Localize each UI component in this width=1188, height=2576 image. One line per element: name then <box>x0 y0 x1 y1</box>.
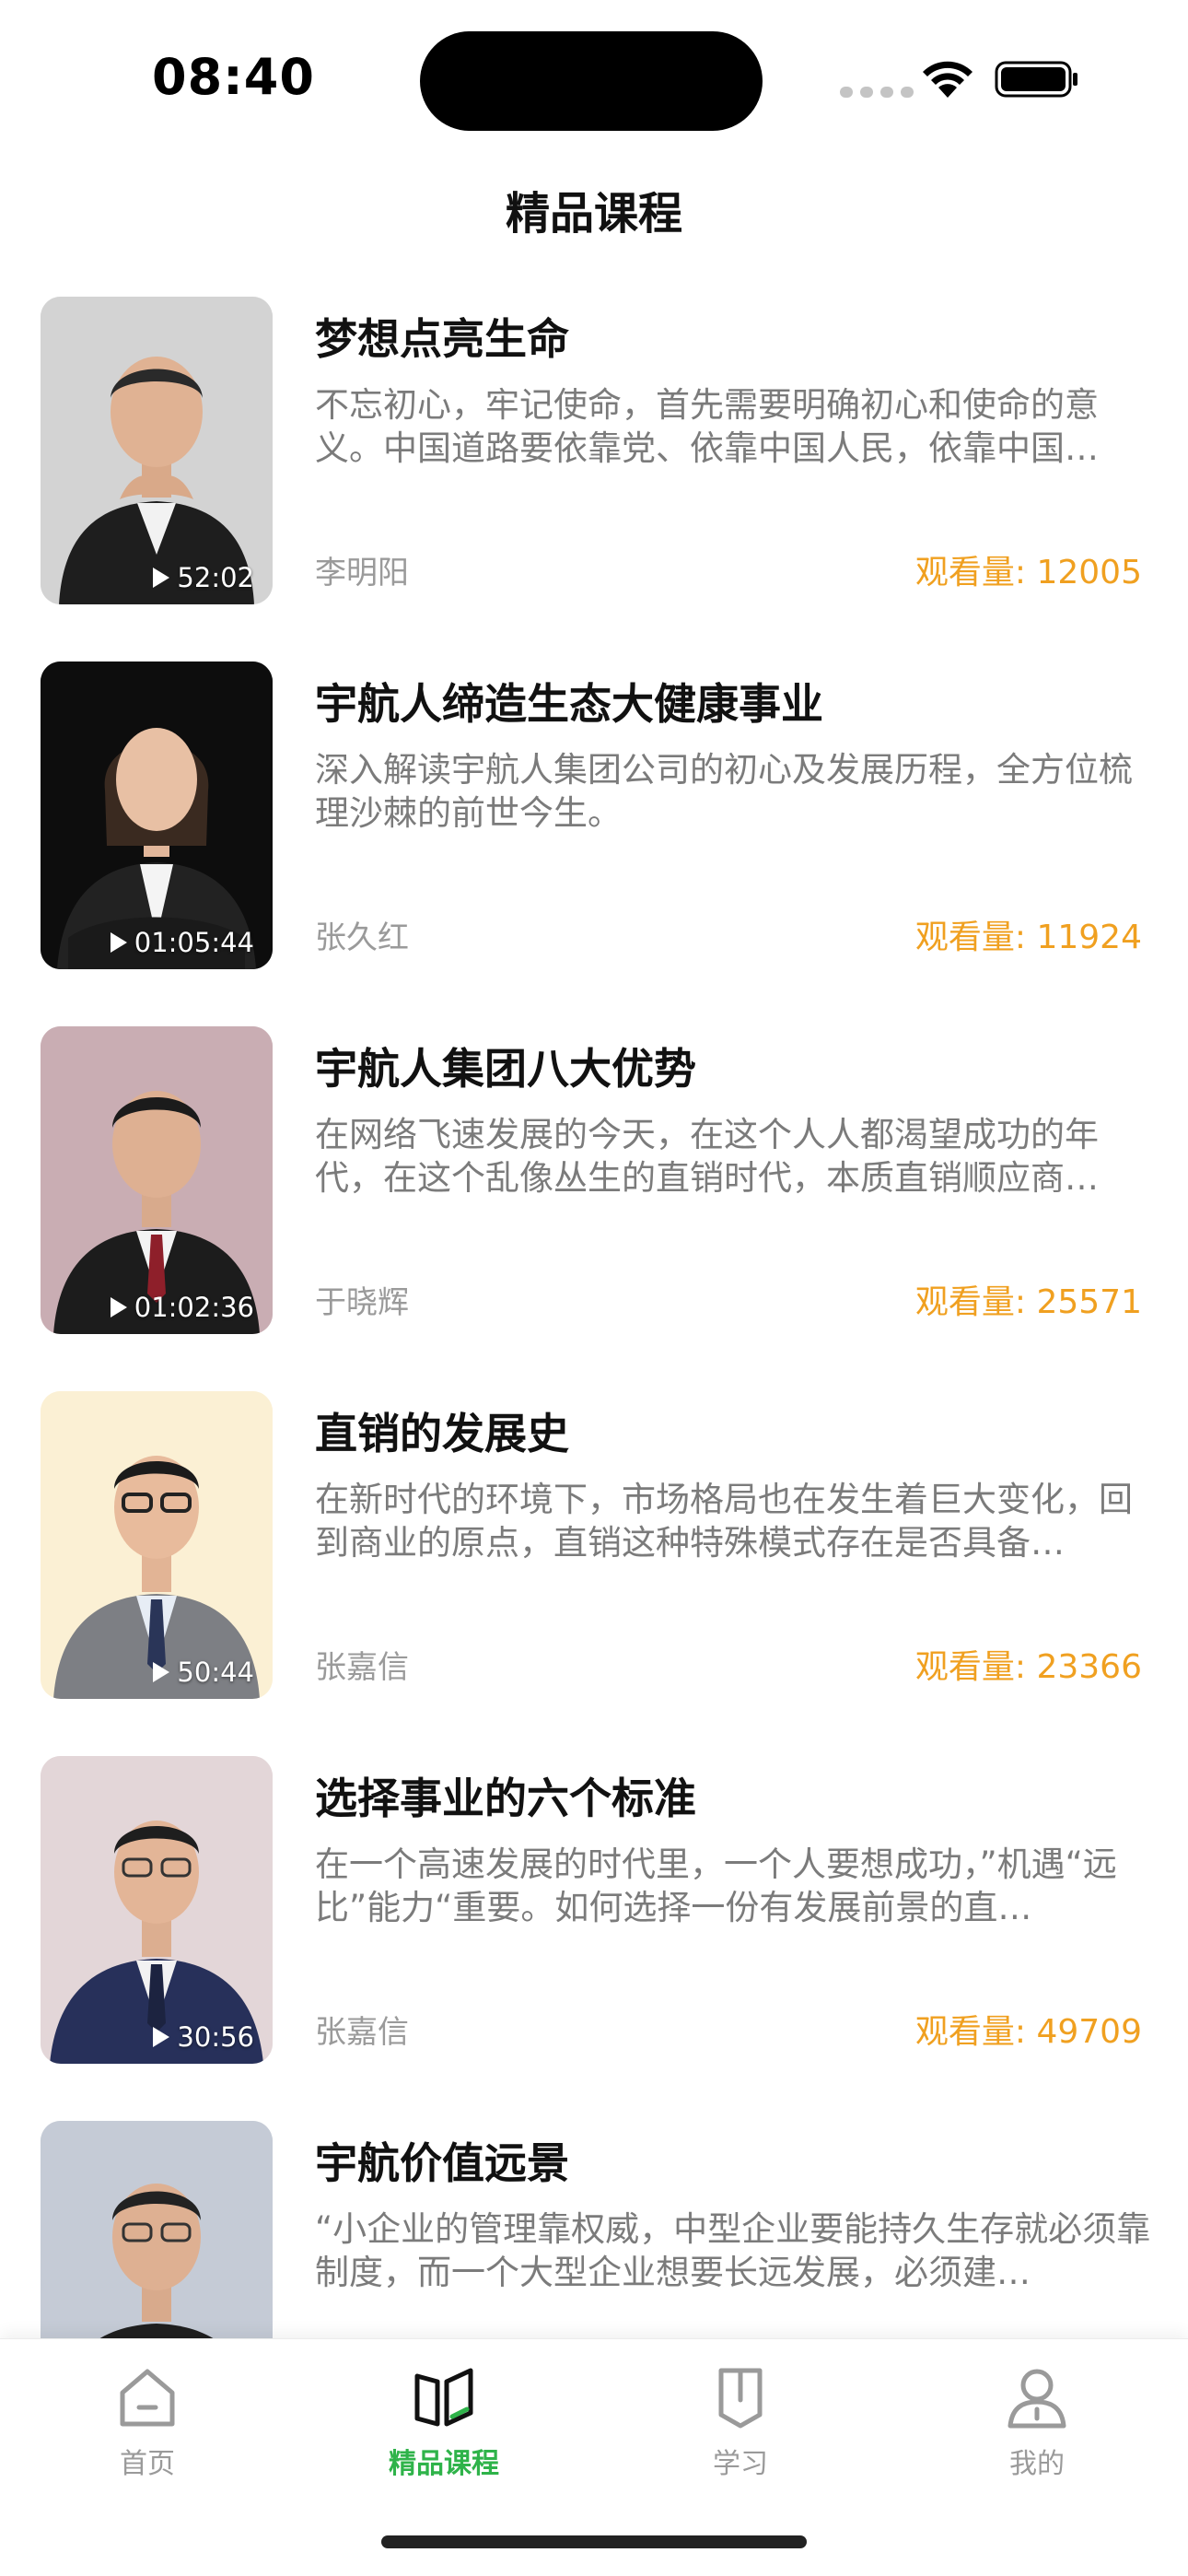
course-description: 在新时代的环境下，市场格局也在发生着巨大变化，回到商业的原点，直销这种特殊模式存… <box>315 1480 1133 1563</box>
home-indicator[interactable] <box>381 2535 807 2548</box>
course-view-count: 观看量: 49709 <box>914 2013 1142 2051</box>
course-author: 张嘉信 <box>315 1649 409 1686</box>
presenter-photo <box>41 1391 273 1699</box>
presenter-photo <box>41 297 273 604</box>
status-time: 08:40 <box>152 48 315 106</box>
course-item[interactable]: 01:05:44 宇航人缔造生态大健康事业 深入解读宇航人集团公司的初心及发展历… <box>0 658 1188 971</box>
course-title[interactable]: 宇航人集团八大优势 <box>315 1036 1153 1096</box>
play-icon <box>153 1662 170 1682</box>
duration-text: 30:56 <box>177 2021 254 2053</box>
home-icon <box>120 2369 175 2427</box>
status-bar: 08:40 <box>0 0 1188 157</box>
tab-label: 我的 <box>1009 2448 1065 2480</box>
course-item[interactable]: 宇航价值远景 “小企业的管理靠权威，中型企业要能持久生存就必须靠制度，而一个大型… <box>0 2117 1188 2338</box>
cellular-signal-icon <box>840 87 914 98</box>
book-icon <box>414 2368 473 2427</box>
course-title[interactable]: 宇航人缔造生态大健康事业 <box>315 671 1153 732</box>
tab-courses[interactable]: 精品课程 <box>352 2363 536 2492</box>
page-title: 精品课程 <box>505 188 682 240</box>
bookmark-icon <box>718 2368 763 2429</box>
duration-text: 52:02 <box>177 562 254 593</box>
course-list[interactable]: 52:02 梦想点亮生命 不忘初心，牢记使命，首先需要明确初心和使命的意义。中国… <box>0 293 1188 2338</box>
course-author: 于晓辉 <box>315 1284 409 1321</box>
video-duration: 30:56 <box>153 2021 254 2053</box>
video-duration: 52:02 <box>153 562 254 593</box>
course-author: 李明阳 <box>315 555 409 591</box>
user-icon <box>1007 2369 1066 2429</box>
course-description: 不忘初心，牢记使命，首先需要明确初心和使命的意义。中国道路要依靠党、依靠中国人民… <box>315 385 1099 468</box>
course-thumbnail[interactable]: 52:02 <box>41 297 273 604</box>
course-title[interactable]: 直销的发展史 <box>315 1400 1153 1461</box>
play-icon <box>110 932 127 953</box>
course-view-count: 观看量: 25571 <box>914 1283 1142 1321</box>
presenter-photo <box>41 1026 273 1334</box>
duration-text: 50:44 <box>177 1657 254 1688</box>
course-view-count: 观看量: 23366 <box>914 1648 1142 1686</box>
course-view-count: 观看量: 12005 <box>914 554 1142 591</box>
course-title[interactable]: 梦想点亮生命 <box>315 306 1153 367</box>
video-duration: 01:02:36 <box>110 1292 254 1323</box>
dynamic-island <box>420 31 763 131</box>
tab-label: 学习 <box>713 2448 768 2480</box>
duration-text: 01:05:44 <box>134 927 254 958</box>
course-thumbnail[interactable]: 01:05:44 <box>41 662 273 969</box>
tab-study[interactable]: 学习 <box>648 2363 833 2492</box>
course-item[interactable]: 01:02:36 宇航人集团八大优势 在网络飞速发展的今天，在这个人人都渴望成功… <box>0 1023 1188 1336</box>
battery-icon <box>995 61 1077 98</box>
course-description: 深入解读宇航人集团公司的初心及发展历程，全方位梳理沙棘的前世今生。 <box>315 750 1133 833</box>
tab-label: 首页 <box>120 2448 175 2480</box>
tab-profile[interactable]: 我的 <box>945 2363 1129 2492</box>
wifi-icon <box>923 61 973 98</box>
presenter-photo <box>41 662 273 969</box>
play-icon <box>110 1297 127 1317</box>
course-thumbnail[interactable]: 01:02:36 <box>41 1026 273 1334</box>
course-thumbnail[interactable] <box>41 2121 273 2338</box>
course-thumbnail[interactable]: 50:44 <box>41 1391 273 1699</box>
course-item[interactable]: 50:44 直销的发展史 在新时代的环境下，市场格局也在发生着巨大变化，回到商业… <box>0 1388 1188 1701</box>
video-duration: 01:05:44 <box>110 927 254 958</box>
course-description: 在一个高速发展的时代里，一个人要想成功，”机遇“远比”能力“重要。如何选择一份有… <box>315 1844 1117 1927</box>
course-description: “小企业的管理靠权威，中型企业要能持久生存就必须靠制度，而一个大型企业想要长远发… <box>315 2209 1151 2292</box>
video-duration: 50:44 <box>153 1657 254 1688</box>
tab-home[interactable]: 首页 <box>55 2363 239 2492</box>
course-item[interactable]: 52:02 梦想点亮生命 不忘初心，牢记使命，首先需要明确初心和使命的意义。中国… <box>0 293 1188 606</box>
course-author: 张久红 <box>315 919 409 956</box>
course-author: 张嘉信 <box>315 2014 409 2051</box>
duration-text: 01:02:36 <box>134 1292 254 1323</box>
course-description: 在网络飞速发展的今天，在这个人人都渴望成功的年代，在这个乱像丛生的直销时代，本质… <box>315 1115 1099 1198</box>
play-icon <box>153 568 170 588</box>
presenter-photo <box>41 1756 273 2064</box>
course-view-count: 观看量: 11924 <box>914 919 1142 956</box>
course-item[interactable]: 30:56 选择事业的六个标准 在一个高速发展的时代里，一个人要想成功，”机遇“… <box>0 1752 1188 2066</box>
play-icon <box>153 2027 170 2047</box>
course-title[interactable]: 选择事业的六个标准 <box>315 1765 1153 1826</box>
course-thumbnail[interactable]: 30:56 <box>41 1756 273 2064</box>
tab-label: 精品课程 <box>389 2448 499 2480</box>
presenter-photo <box>41 2121 273 2338</box>
course-title[interactable]: 宇航价值远景 <box>315 2130 1153 2191</box>
